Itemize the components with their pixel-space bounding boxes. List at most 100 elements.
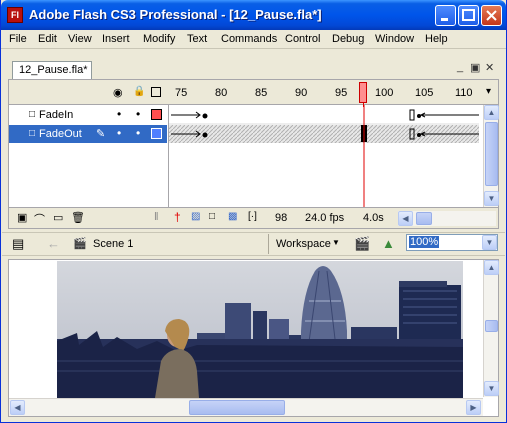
close-button[interactable]	[481, 5, 502, 26]
edit-multiple-icon[interactable]: ▩	[228, 211, 237, 222]
onion-outline-icon[interactable]: □	[209, 211, 215, 222]
minimize-button[interactable]	[435, 5, 456, 26]
frame-number: 80	[215, 87, 228, 99]
menu-bar: File Edit View Insert Modify Text Comman…	[1, 30, 506, 49]
clapper-icon: 🎬	[73, 238, 87, 250]
scroll-up-icon[interactable]: ▲	[484, 260, 499, 275]
doc-minimize-icon[interactable]: _	[457, 61, 463, 73]
hscroll-thumb[interactable]	[189, 400, 285, 415]
scroll-thumb[interactable]	[485, 320, 498, 332]
scroll-left-icon[interactable]: ◀	[398, 211, 413, 226]
back-arrow-icon[interactable]: ←	[47, 236, 60, 251]
timeline-hscrollbar[interactable]: ◀	[398, 211, 496, 226]
edit-scene-icon[interactable]: 🎬	[354, 236, 370, 252]
close-icon	[486, 10, 497, 21]
divider	[268, 234, 269, 254]
new-layer-icon[interactable]: ▣	[17, 211, 27, 224]
scroll-left-icon[interactable]: ◀	[10, 400, 25, 415]
elapsed-time: 4.0s	[363, 212, 384, 224]
menu-edit[interactable]: Edit	[38, 33, 57, 45]
layer-color-swatch[interactable]	[151, 109, 162, 120]
stage-canvas[interactable]	[57, 261, 463, 398]
title-bar[interactable]: Fl Adobe Flash CS3 Professional - [12_Pa…	[1, 0, 506, 30]
modify-markers-icon[interactable]: [·]	[248, 211, 257, 222]
flash-app-icon: Fl	[7, 7, 23, 23]
layer-name: FadeOut	[39, 128, 82, 140]
center-frame-icon[interactable]: †	[174, 210, 181, 224]
scroll-down-icon[interactable]: ▼	[484, 381, 499, 396]
maximize-icon	[462, 9, 475, 21]
motion-guide-icon[interactable]: ⌒	[34, 211, 45, 227]
lock-dot[interactable]: •	[136, 126, 140, 140]
document-tab-bar: 12_Pause.fla* _ ▣ ✕	[2, 55, 505, 79]
frame-number: 100	[375, 87, 394, 99]
eye-icon[interactable]: ◉	[113, 86, 123, 99]
document-tab[interactable]: 12_Pause.fla*	[12, 61, 92, 79]
maximize-button[interactable]	[458, 5, 479, 26]
flash-window: Fl Adobe Flash CS3 Professional - [12_Pa…	[0, 0, 507, 423]
menu-commands[interactable]: Commands	[221, 33, 277, 45]
window-title: Adobe Flash CS3 Professional - [12_Pause…	[29, 7, 322, 22]
stage-hscrollbar[interactable]: ◀ ▶	[9, 398, 483, 416]
doc-close-icon[interactable]: ✕	[485, 61, 494, 74]
lock-dot[interactable]: •	[136, 107, 140, 121]
stage-panel: ▲ ▼ ◀ ▶	[8, 259, 499, 417]
doc-restore-icon[interactable]: ▣	[470, 61, 480, 74]
scroll-down-icon[interactable]: ▼	[484, 191, 499, 206]
menu-text[interactable]: Text	[187, 33, 207, 45]
stage-vscrollbar[interactable]: ▲ ▼	[483, 260, 499, 397]
timeline-toggle-icon[interactable]: ▤	[12, 236, 24, 252]
trash-icon[interactable]: 🗑	[71, 211, 85, 224]
city-photo	[57, 261, 463, 398]
zoom-combobox[interactable]: 100% ▼	[406, 234, 498, 251]
frames-svg	[169, 105, 479, 210]
splitter-icon[interactable]: ‖	[154, 211, 159, 223]
timeline-status-bar: ▣ ⌒ ▭ 🗑 ‖ † ▨ □ ▩ [·] 98 24.0 fps 4.0s ◀	[9, 207, 498, 228]
pencil-icon: ✎	[96, 128, 106, 140]
layer-row-fadein[interactable]: □ FadeIn • •	[9, 106, 167, 124]
menu-view[interactable]: View	[68, 33, 92, 45]
scroll-thumb[interactable]	[485, 122, 498, 186]
menu-window[interactable]: Window	[375, 33, 414, 45]
layer-icon: □	[29, 109, 36, 120]
minimize-icon	[441, 18, 448, 21]
onion-skin-icon[interactable]: ▨	[191, 211, 200, 222]
frame-number: 105	[415, 87, 434, 99]
new-folder-icon[interactable]: ▭	[53, 211, 63, 224]
scroll-up-icon[interactable]: ▲	[484, 105, 499, 120]
layer-color-swatch[interactable]	[151, 128, 162, 139]
layer-icon: □	[29, 128, 36, 139]
outline-icon[interactable]	[151, 87, 161, 97]
frame-rate: 24.0 fps	[305, 212, 345, 224]
visibility-dot[interactable]: •	[117, 126, 121, 140]
menu-control[interactable]: Control	[285, 33, 320, 45]
zoom-value[interactable]: 100%	[409, 236, 440, 248]
timeline-header: ◉ 🔒 75 80 85 90 95 100 105 110 ▾	[9, 80, 498, 105]
visibility-dot[interactable]: •	[117, 107, 121, 121]
timeline-vscrollbar[interactable]: ▲ ▼	[483, 105, 499, 207]
menu-modify[interactable]: Modify	[143, 33, 175, 45]
lock-icon[interactable]: 🔒	[133, 86, 145, 97]
frame-number: 95	[335, 87, 348, 99]
menu-file[interactable]: File	[9, 33, 27, 45]
layer-row-fadeout[interactable]: □ FadeOut ✎ • •	[9, 125, 167, 143]
layer-name: FadeIn	[39, 109, 74, 121]
scene-label[interactable]: Scene 1	[93, 238, 133, 250]
menu-debug[interactable]: Debug	[332, 33, 364, 45]
menu-insert[interactable]: Insert	[102, 33, 130, 45]
timeline-menu-icon[interactable]: ▾	[486, 86, 491, 97]
timeline-panel: ◉ 🔒 75 80 85 90 95 100 105 110 ▾ □ FadeI…	[8, 79, 499, 229]
frame-number: 110	[455, 87, 473, 99]
workspace-dropdown-icon[interactable]: ▼	[332, 238, 340, 247]
hscroll-thumb[interactable]	[416, 212, 432, 225]
current-frame: 98	[275, 212, 288, 224]
zoom-dropdown-icon[interactable]: ▼	[482, 235, 497, 250]
frame-number: 85	[255, 87, 268, 99]
workspace-menu[interactable]: Workspace	[276, 238, 331, 250]
scroll-right-icon[interactable]: ▶	[466, 400, 481, 415]
frame-number: 75	[175, 87, 188, 99]
menu-help[interactable]: Help	[425, 33, 448, 45]
frames-grid[interactable]	[168, 105, 483, 210]
playhead-handle[interactable]	[359, 82, 367, 103]
edit-symbols-icon[interactable]: ▲	[382, 236, 395, 251]
